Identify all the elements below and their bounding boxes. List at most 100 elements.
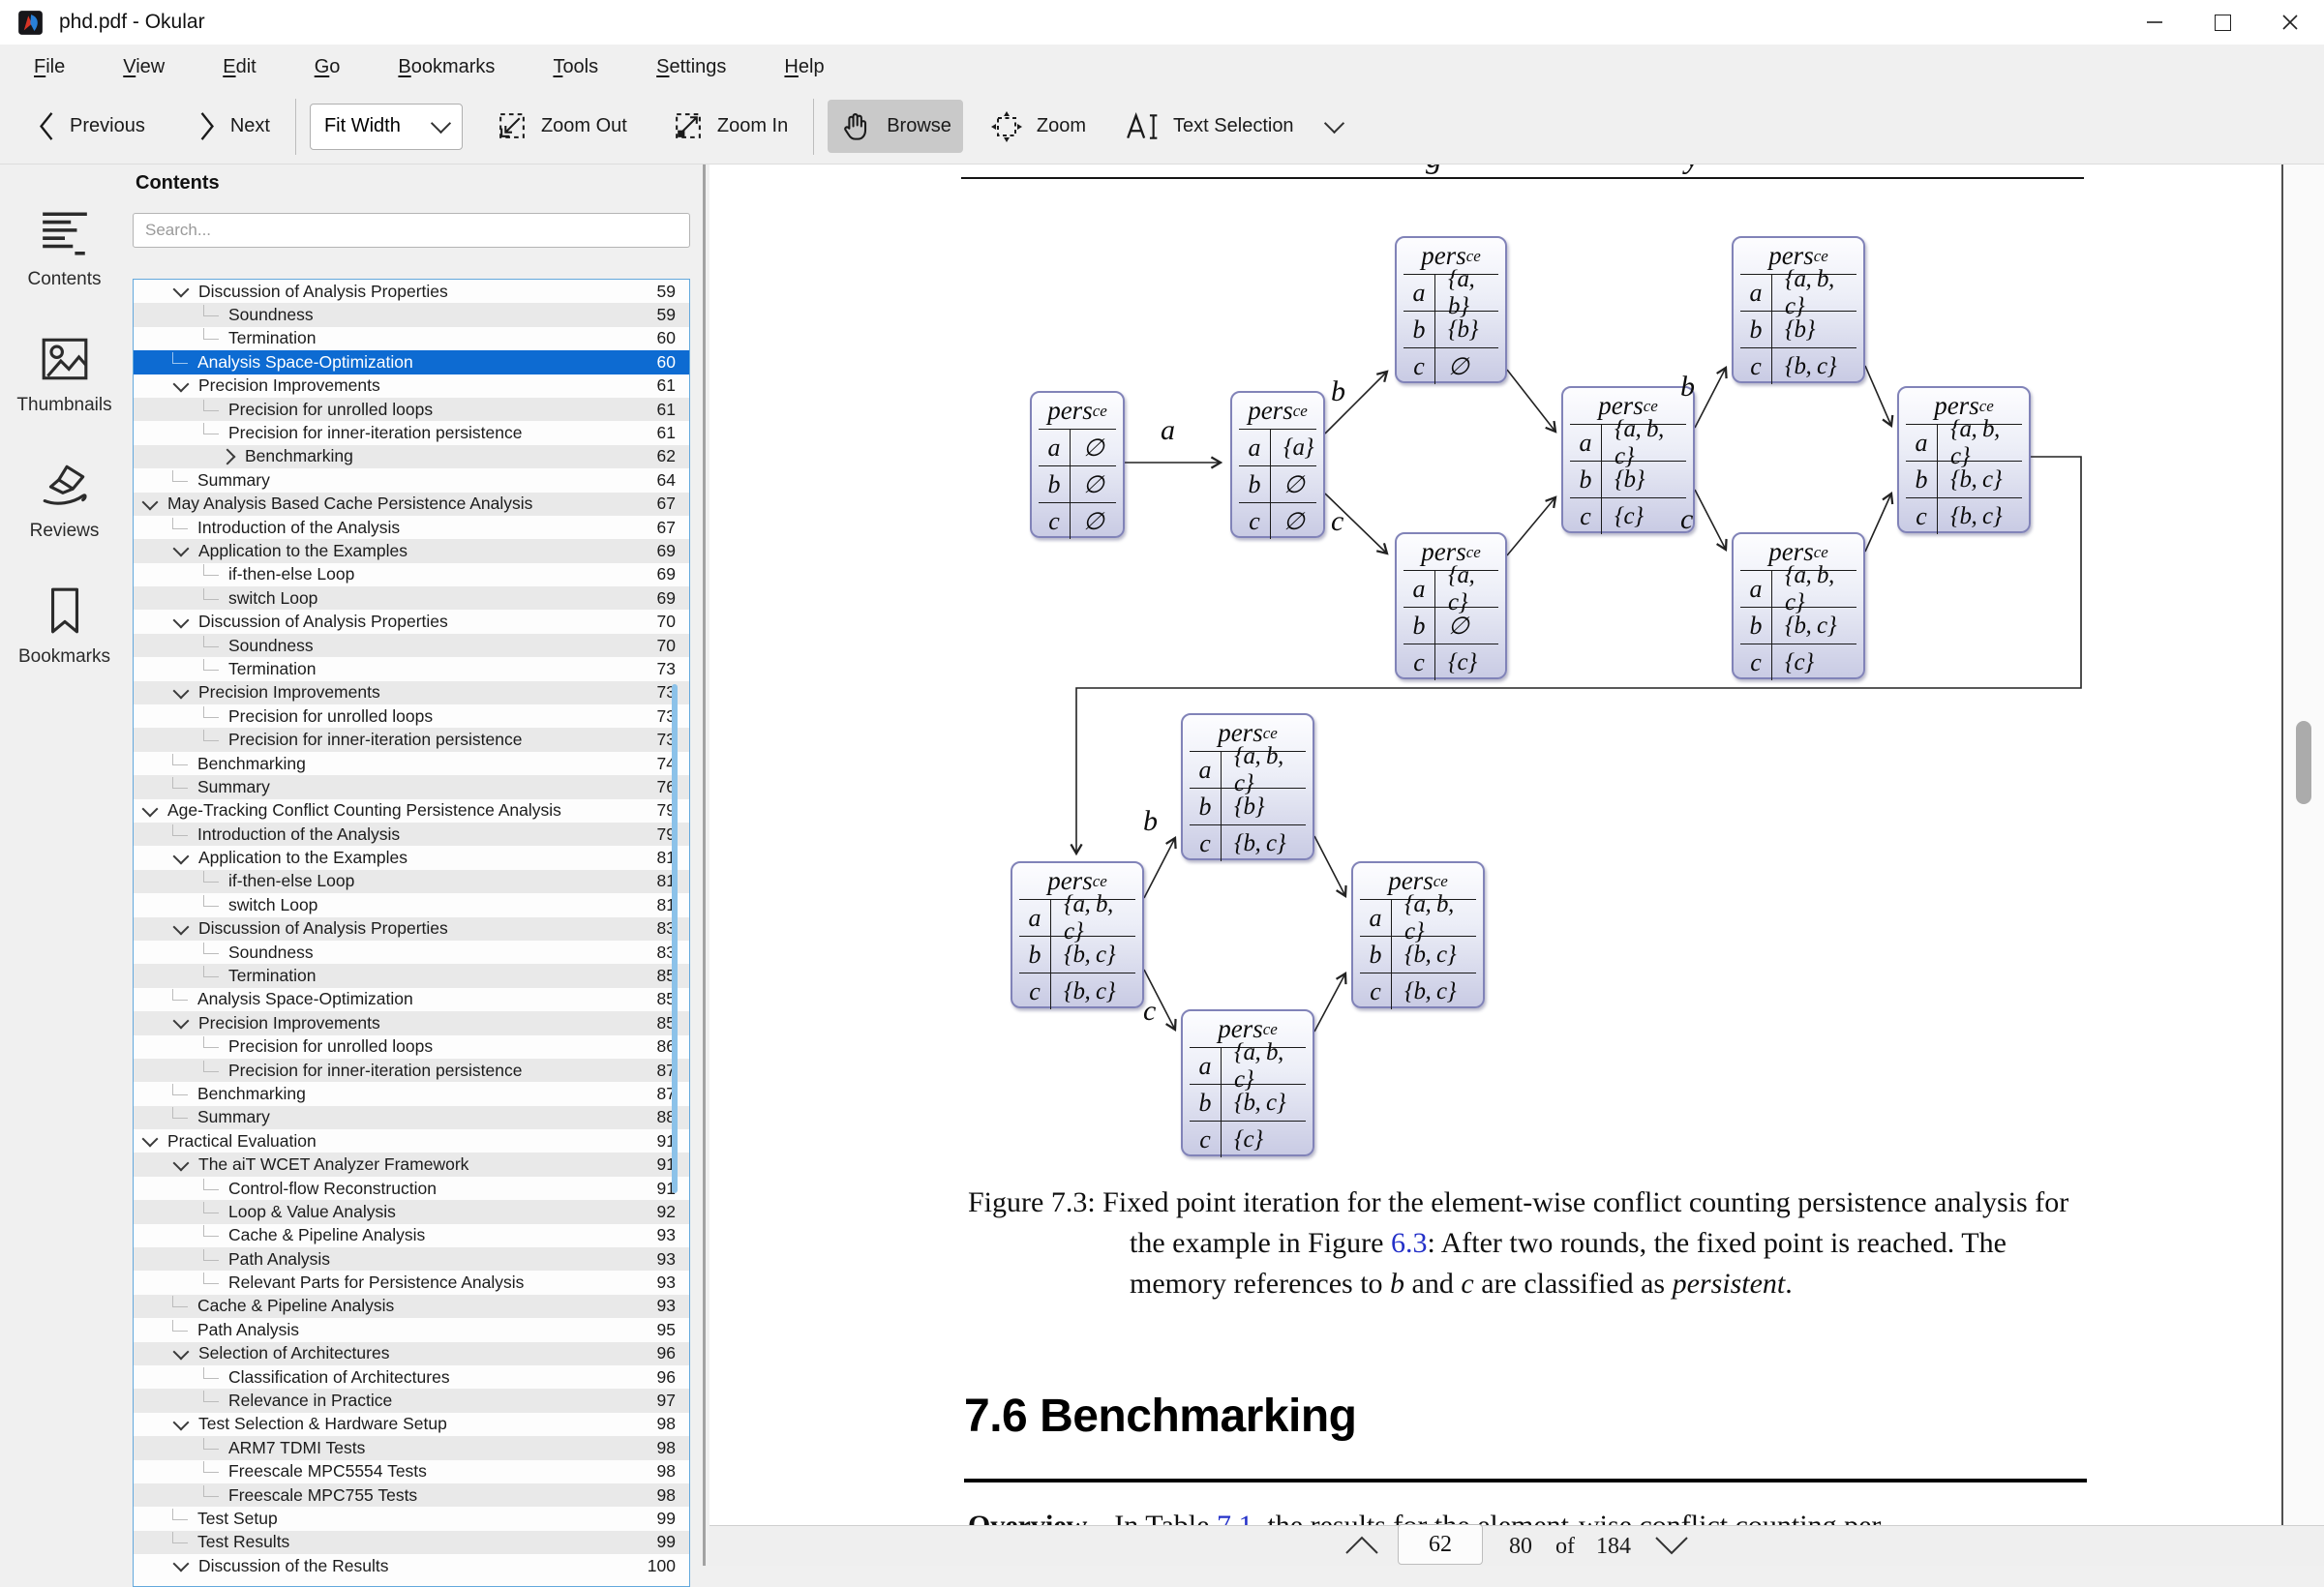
toc-item[interactable]: Control-flow Reconstruction91	[134, 1177, 689, 1200]
menu-help[interactable]: Help	[770, 56, 838, 78]
toc-item[interactable]: Soundness83	[134, 941, 689, 964]
sidebar-tab-contents[interactable]: Contents	[0, 207, 129, 290]
toc-item[interactable]: ARM7 TDMI Tests98	[134, 1436, 689, 1459]
toc-item[interactable]: Soundness70	[134, 634, 689, 657]
toc-item[interactable]: May Analysis Based Cache Persistence Ana…	[134, 493, 689, 516]
collapse-arrow-icon[interactable]	[142, 494, 159, 510]
toc-item[interactable]: Summary76	[134, 775, 689, 798]
menu-tools[interactable]: Tools	[538, 56, 613, 78]
menu-settings[interactable]: Settings	[642, 56, 740, 78]
toc-item[interactable]: Discussion of Analysis Properties83	[134, 917, 689, 941]
zoom-mode-combobox[interactable]: Fit Width	[310, 104, 463, 150]
toc-item[interactable]: Application to the Examples81	[134, 846, 689, 869]
toc-item[interactable]: switch Loop81	[134, 893, 689, 916]
collapse-arrow-icon[interactable]	[173, 1556, 190, 1572]
toc-item[interactable]: Cache & Pipeline Analysis93	[134, 1295, 689, 1318]
toc-item[interactable]: Discussion of Analysis Properties59	[134, 280, 689, 303]
toc-item[interactable]: Freescale MPC5554 Tests98	[134, 1460, 689, 1483]
document-scrollbar[interactable]	[2281, 165, 2324, 1525]
toc-item[interactable]: Analysis Space-Optimization60	[134, 350, 689, 374]
collapse-arrow-icon[interactable]	[173, 375, 190, 392]
next-page-button[interactable]: Next	[186, 101, 282, 152]
minimize-button[interactable]	[2121, 0, 2188, 45]
toc-item[interactable]: Precision for unrolled loops86	[134, 1035, 689, 1059]
close-button[interactable]	[2256, 0, 2324, 45]
toc-item[interactable]: Introduction of the Analysis79	[134, 823, 689, 846]
toc-item[interactable]: Precision for inner-iteration persistenc…	[134, 421, 689, 444]
menu-bookmarks[interactable]: Bookmarks	[383, 56, 509, 78]
sidebar-tab-bookmarks[interactable]: Bookmarks	[0, 584, 129, 668]
menu-file[interactable]: File	[19, 56, 79, 78]
toc-item[interactable]: Practical Evaluation91	[134, 1129, 689, 1153]
toc-item[interactable]: Benchmarking87	[134, 1082, 689, 1105]
toc-item[interactable]: switch Loop69	[134, 586, 689, 610]
zoom-tool-button[interactable]: Zoom	[979, 101, 1098, 153]
toc-item[interactable]: Precision for inner-iteration persistenc…	[134, 1059, 689, 1082]
toc-item[interactable]: Cache & Pipeline Analysis93	[134, 1224, 689, 1247]
document-scrollbar-thumb[interactable]	[2296, 721, 2311, 804]
toc-scrollbar-thumb[interactable]	[672, 684, 678, 1193]
toc-item[interactable]: Age-Tracking Conflict Counting Persisten…	[134, 799, 689, 823]
current-page-input[interactable]: 62	[1398, 1524, 1483, 1565]
toc-item[interactable]: Test Selection & Hardware Setup98	[134, 1413, 689, 1436]
collapse-arrow-icon[interactable]	[173, 612, 190, 628]
expand-arrow-icon[interactable]	[220, 448, 236, 464]
toc-item[interactable]: Summary88	[134, 1106, 689, 1129]
toc-item[interactable]: Application to the Examples69	[134, 539, 689, 562]
toc-item[interactable]: Precision Improvements73	[134, 681, 689, 704]
collapse-arrow-icon[interactable]	[173, 1013, 190, 1030]
toc-item[interactable]: if-then-else Loop81	[134, 870, 689, 893]
toc-item[interactable]: Benchmarking74	[134, 752, 689, 775]
toc-item[interactable]: Analysis Space-Optimization85	[134, 988, 689, 1011]
toc-item[interactable]: Selection of Architectures96	[134, 1342, 689, 1365]
toc-item[interactable]: Soundness59	[134, 303, 689, 326]
toc-item[interactable]: Relevant Parts for Persistence Analysis9…	[134, 1271, 689, 1294]
table-7-1-link[interactable]: 7.1	[1217, 1510, 1253, 1525]
toc-search-input[interactable]	[133, 213, 690, 248]
sidebar-tab-thumbnails[interactable]: Thumbnails	[0, 333, 129, 416]
collapse-arrow-icon[interactable]	[173, 848, 190, 864]
collapse-arrow-icon[interactable]	[173, 541, 190, 557]
toc-item[interactable]: if-then-else Loop69	[134, 563, 689, 586]
collapse-arrow-icon[interactable]	[173, 1154, 190, 1171]
toc-item[interactable]: Freescale MPC755 Tests98	[134, 1483, 689, 1507]
toc-item[interactable]: Termination73	[134, 657, 689, 680]
collapse-arrow-icon[interactable]	[142, 1131, 159, 1148]
toc-item[interactable]: Path Analysis93	[134, 1247, 689, 1271]
tool-dropdown-button[interactable]	[1327, 122, 1342, 131]
toc-item[interactable]: Termination60	[134, 327, 689, 350]
toc-item[interactable]: Termination85	[134, 964, 689, 987]
collapse-arrow-icon[interactable]	[173, 918, 190, 935]
toc-item[interactable]: Introduction of the Analysis67	[134, 516, 689, 539]
toc-item[interactable]: Test Setup99	[134, 1507, 689, 1530]
sidebar-splitter[interactable]	[703, 165, 706, 1566]
toc-item[interactable]: Classification of Architectures96	[134, 1365, 689, 1389]
toc-item[interactable]: Precision Improvements61	[134, 374, 689, 398]
collapse-arrow-icon[interactable]	[173, 1414, 190, 1430]
figure-6-3-link[interactable]: 6.3	[1391, 1227, 1428, 1259]
toc-item[interactable]: Discussion of the Results100	[134, 1554, 689, 1577]
sidebar-tab-reviews[interactable]: Reviews	[0, 459, 129, 542]
collapse-arrow-icon[interactable]	[173, 1343, 190, 1360]
toc-item[interactable]: Benchmarking62	[134, 445, 689, 468]
menu-go[interactable]: Go	[300, 56, 355, 78]
toc-item[interactable]: Precision for inner-iteration persistenc…	[134, 728, 689, 751]
page-down-button[interactable]	[1653, 1535, 1690, 1561]
zoom-out-button[interactable]: Zoom Out	[484, 101, 639, 152]
toc-item[interactable]: Precision Improvements85	[134, 1011, 689, 1034]
toc-item[interactable]: The aiT WCET Analyzer Framework91	[134, 1153, 689, 1176]
collapse-arrow-icon[interactable]	[173, 282, 190, 298]
toc-item[interactable]: Summary64	[134, 468, 689, 492]
toc-item[interactable]: Test Results99	[134, 1531, 689, 1554]
toc-item[interactable]: Precision for unrolled loops73	[134, 704, 689, 728]
collapse-arrow-icon[interactable]	[142, 800, 159, 817]
previous-page-button[interactable]: Previous	[25, 101, 157, 152]
toc-item[interactable]: Discussion of Analysis Properties70	[134, 610, 689, 633]
menu-view[interactable]: View	[108, 56, 179, 78]
menu-edit[interactable]: Edit	[208, 56, 270, 78]
toc-item[interactable]: Loop & Value Analysis92	[134, 1200, 689, 1223]
zoom-in-button[interactable]: Zoom In	[660, 101, 800, 152]
toc-item[interactable]: Path Analysis95	[134, 1318, 689, 1341]
browse-tool-button[interactable]: Browse	[828, 100, 963, 153]
page-up-button[interactable]	[1343, 1535, 1380, 1561]
